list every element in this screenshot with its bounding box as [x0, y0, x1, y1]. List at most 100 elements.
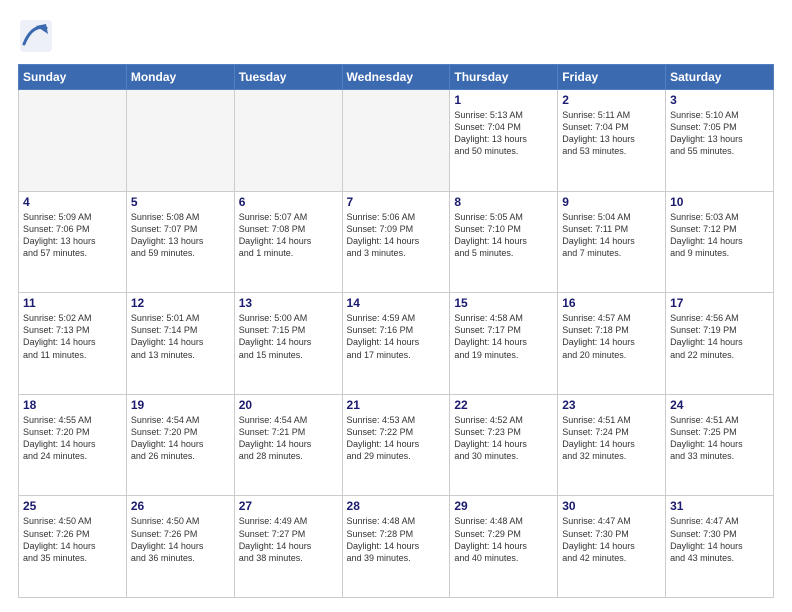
day-info: Sunrise: 5:10 AM Sunset: 7:05 PM Dayligh… [670, 109, 769, 158]
day-info: Sunrise: 4:51 AM Sunset: 7:24 PM Dayligh… [562, 414, 661, 463]
calendar-cell: 5 Sunrise: 5:08 AM Sunset: 7:07 PM Daylig… [126, 191, 234, 293]
day-number: 15 [454, 296, 553, 310]
weekday-header-friday: Friday [558, 65, 666, 90]
day-number: 30 [562, 499, 661, 513]
day-number: 12 [131, 296, 230, 310]
day-info: Sunrise: 4:55 AM Sunset: 7:20 PM Dayligh… [23, 414, 122, 463]
day-info: Sunrise: 5:02 AM Sunset: 7:13 PM Dayligh… [23, 312, 122, 361]
day-number: 2 [562, 93, 661, 107]
calendar-cell: 20Sunrise: 4:54 AM Sunset: 7:21 PM Dayli… [234, 394, 342, 496]
day-number: 29 [454, 499, 553, 513]
calendar-cell: 19Sunrise: 4:54 AM Sunset: 7:20 PM Dayli… [126, 394, 234, 496]
day-number: 18 [23, 398, 122, 412]
day-number: 24 [670, 398, 769, 412]
calendar-cell: 21 Sunrise: 4:53 AM Sunset: 7:22 PM Dayli… [342, 394, 450, 496]
day-info: Sunrise: 5:01 AM Sunset: 7:14 PM Dayligh… [131, 312, 230, 361]
day-number: 22 [454, 398, 553, 412]
day-number: 13 [239, 296, 338, 310]
calendar-cell: 2 Sunrise: 5:11 AM Sunset: 7:04 PM Daylig… [558, 90, 666, 192]
day-number: 19 [131, 398, 230, 412]
day-number: 11 [23, 296, 122, 310]
calendar-cell: 13Sunrise: 5:00 AM Sunset: 7:15 PM Dayli… [234, 293, 342, 395]
weekday-header-thursday: Thursday [450, 65, 558, 90]
day-number: 23 [562, 398, 661, 412]
day-info: Sunrise: 5:04 AM Sunset: 7:11 PM Dayligh… [562, 211, 661, 260]
day-info: Sunrise: 4:49 AM Sunset: 7:27 PM Dayligh… [239, 515, 338, 564]
day-info: Sunrise: 4:50 AM Sunset: 7:26 PM Dayligh… [23, 515, 122, 564]
day-info: Sunrise: 5:13 AM Sunset: 7:04 PM Dayligh… [454, 109, 553, 158]
calendar-cell: 3 Sunrise: 5:10 AM Sunset: 7:05 PM Daylig… [666, 90, 774, 192]
day-info: Sunrise: 5:06 AM Sunset: 7:09 PM Dayligh… [347, 211, 446, 260]
calendar-cell: 18 Sunrise: 4:55 AM Sunset: 7:20 PM Dayli… [19, 394, 127, 496]
calendar-cell: 17Sunrise: 4:56 AM Sunset: 7:19 PM Dayli… [666, 293, 774, 395]
calendar-cell: 29 Sunrise: 4:48 AM Sunset: 7:29 PM Dayli… [450, 496, 558, 598]
calendar-cell: 7Sunrise: 5:06 AM Sunset: 7:09 PM Daylig… [342, 191, 450, 293]
day-number: 14 [347, 296, 446, 310]
day-info: Sunrise: 4:53 AM Sunset: 7:22 PM Dayligh… [347, 414, 446, 463]
day-info: Sunrise: 5:08 AM Sunset: 7:07 PM Dayligh… [131, 211, 230, 260]
calendar-cell: 25 Sunrise: 4:50 AM Sunset: 7:26 PM Dayli… [19, 496, 127, 598]
day-info: Sunrise: 5:11 AM Sunset: 7:04 PM Dayligh… [562, 109, 661, 158]
day-number: 21 [347, 398, 446, 412]
day-info: Sunrise: 5:09 AM Sunset: 7:06 PM Dayligh… [23, 211, 122, 260]
day-info: Sunrise: 5:05 AM Sunset: 7:10 PM Dayligh… [454, 211, 553, 260]
day-number: 8 [454, 195, 553, 209]
day-info: Sunrise: 4:47 AM Sunset: 7:30 PM Dayligh… [670, 515, 769, 564]
day-number: 9 [562, 195, 661, 209]
calendar-cell: 1 Sunrise: 5:13 AM Sunset: 7:04 PM Daylig… [450, 90, 558, 192]
logo [18, 18, 58, 54]
day-info: Sunrise: 4:47 AM Sunset: 7:30 PM Dayligh… [562, 515, 661, 564]
weekday-header-saturday: Saturday [666, 65, 774, 90]
calendar-cell: 4 Sunrise: 5:09 AM Sunset: 7:06 PM Daylig… [19, 191, 127, 293]
calendar-week-row: 25 Sunrise: 4:50 AM Sunset: 7:26 PM Dayli… [19, 496, 774, 598]
calendar-cell: 22 Sunrise: 4:52 AM Sunset: 7:23 PM Dayli… [450, 394, 558, 496]
day-info: Sunrise: 4:58 AM Sunset: 7:17 PM Dayligh… [454, 312, 553, 361]
calendar-cell: 28Sunrise: 4:48 AM Sunset: 7:28 PM Dayli… [342, 496, 450, 598]
day-info: Sunrise: 4:50 AM Sunset: 7:26 PM Dayligh… [131, 515, 230, 564]
day-number: 26 [131, 499, 230, 513]
day-info: Sunrise: 4:52 AM Sunset: 7:23 PM Dayligh… [454, 414, 553, 463]
calendar-week-row: 4 Sunrise: 5:09 AM Sunset: 7:06 PM Daylig… [19, 191, 774, 293]
weekday-header-monday: Monday [126, 65, 234, 90]
calendar-cell [342, 90, 450, 192]
calendar-cell: 6 Sunrise: 5:07 AM Sunset: 7:08 PM Daylig… [234, 191, 342, 293]
day-info: Sunrise: 5:03 AM Sunset: 7:12 PM Dayligh… [670, 211, 769, 260]
calendar-cell: 24Sunrise: 4:51 AM Sunset: 7:25 PM Dayli… [666, 394, 774, 496]
header [18, 18, 774, 54]
calendar-cell: 8 Sunrise: 5:05 AM Sunset: 7:10 PM Daylig… [450, 191, 558, 293]
weekday-header-sunday: Sunday [19, 65, 127, 90]
day-number: 4 [23, 195, 122, 209]
calendar-cell: 12 Sunrise: 5:01 AM Sunset: 7:14 PM Dayli… [126, 293, 234, 395]
calendar-cell: 31 Sunrise: 4:47 AM Sunset: 7:30 PM Dayli… [666, 496, 774, 598]
calendar-cell: 10 Sunrise: 5:03 AM Sunset: 7:12 PM Dayli… [666, 191, 774, 293]
day-number: 16 [562, 296, 661, 310]
calendar-cell: 26 Sunrise: 4:50 AM Sunset: 7:26 PM Dayli… [126, 496, 234, 598]
day-number: 1 [454, 93, 553, 107]
day-number: 25 [23, 499, 122, 513]
day-number: 5 [131, 195, 230, 209]
page: SundayMondayTuesdayWednesdayThursdayFrid… [0, 0, 792, 612]
day-number: 17 [670, 296, 769, 310]
calendar-cell: 15 Sunrise: 4:58 AM Sunset: 7:17 PM Dayli… [450, 293, 558, 395]
day-info: Sunrise: 4:59 AM Sunset: 7:16 PM Dayligh… [347, 312, 446, 361]
day-number: 31 [670, 499, 769, 513]
day-info: Sunrise: 4:54 AM Sunset: 7:21 PM Dayligh… [239, 414, 338, 463]
day-number: 3 [670, 93, 769, 107]
calendar-cell: 9 Sunrise: 5:04 AM Sunset: 7:11 PM Daylig… [558, 191, 666, 293]
calendar-week-row: 18 Sunrise: 4:55 AM Sunset: 7:20 PM Dayli… [19, 394, 774, 496]
day-info: Sunrise: 4:57 AM Sunset: 7:18 PM Dayligh… [562, 312, 661, 361]
weekday-header-wednesday: Wednesday [342, 65, 450, 90]
day-number: 27 [239, 499, 338, 513]
calendar-cell: 30 Sunrise: 4:47 AM Sunset: 7:30 PM Dayli… [558, 496, 666, 598]
day-info: Sunrise: 4:48 AM Sunset: 7:29 PM Dayligh… [454, 515, 553, 564]
logo-icon [18, 18, 54, 54]
day-info: Sunrise: 5:07 AM Sunset: 7:08 PM Dayligh… [239, 211, 338, 260]
calendar-table: SundayMondayTuesdayWednesdayThursdayFrid… [18, 64, 774, 598]
calendar-cell: 23 Sunrise: 4:51 AM Sunset: 7:24 PM Dayli… [558, 394, 666, 496]
calendar-cell: 27 Sunrise: 4:49 AM Sunset: 7:27 PM Dayli… [234, 496, 342, 598]
calendar-cell: 11 Sunrise: 5:02 AM Sunset: 7:13 PM Dayli… [19, 293, 127, 395]
day-number: 6 [239, 195, 338, 209]
calendar-week-row: 1 Sunrise: 5:13 AM Sunset: 7:04 PM Daylig… [19, 90, 774, 192]
calendar-cell: 14 Sunrise: 4:59 AM Sunset: 7:16 PM Dayli… [342, 293, 450, 395]
day-number: 10 [670, 195, 769, 209]
